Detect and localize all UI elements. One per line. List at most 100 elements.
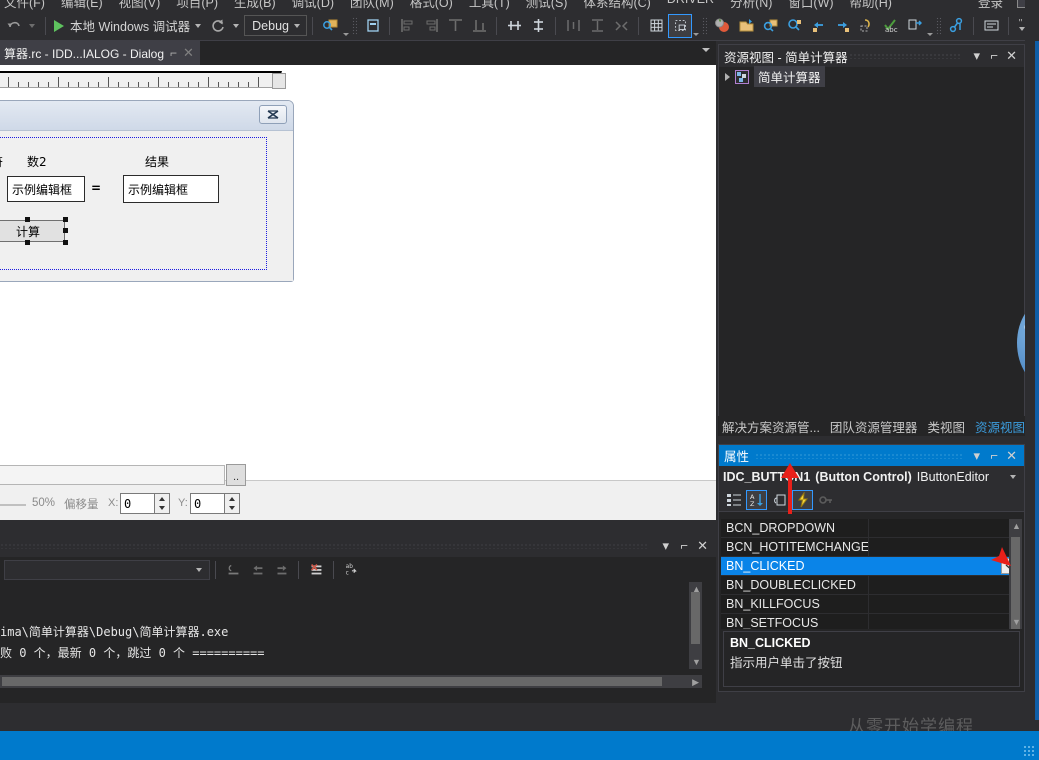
test-dialog-button[interactable] <box>710 14 734 38</box>
menu-item-analyze[interactable]: 分析(N) <box>730 0 772 11</box>
property-pages-key-button[interactable] <box>815 490 836 510</box>
properties-grip[interactable] <box>755 453 962 459</box>
output-vertical-scrollbar[interactable]: ▲ ▼ <box>689 582 702 669</box>
word-wrap-button[interactable]: abc <box>339 558 363 582</box>
align-rights-button[interactable] <box>419 14 443 38</box>
scroll-down-icon[interactable]: ▼ <box>692 657 701 667</box>
zoom-search-button[interactable] <box>782 14 806 38</box>
close-icon[interactable]: ✕ <box>1006 48 1017 64</box>
space-down-button[interactable] <box>585 14 609 38</box>
edit-result[interactable]: 示例编辑框 <box>123 175 219 203</box>
selection-handle-s[interactable] <box>25 240 30 245</box>
new-item-button[interactable] <box>360 14 384 38</box>
comment-button[interactable] <box>979 14 1003 38</box>
grid-button[interactable] <box>644 14 668 38</box>
restore-layout-button[interactable] <box>854 14 878 38</box>
spell-check-button[interactable]: abc <box>878 14 902 38</box>
stepper-down-icon[interactable] <box>159 506 165 510</box>
table-row[interactable]: BN_KILLFOCUS <box>721 595 1022 614</box>
center-vertical-button[interactable] <box>526 14 550 38</box>
pin-icon[interactable]: ⌐ <box>990 448 998 463</box>
properties-object-dropdown-icon[interactable] <box>1010 475 1016 479</box>
clear-output-button[interactable] <box>221 558 245 582</box>
scroll-down-icon[interactable]: ▼ <box>1012 617 1021 627</box>
output-header-grip[interactable] <box>0 543 648 549</box>
call-hierarchy-button[interactable] <box>944 14 968 38</box>
offset-x-stepper[interactable] <box>155 493 170 514</box>
design-dialog[interactable]: 算符 数2 结果 去例 示例编辑框 = 示例编辑框 计算 <box>0 100 294 282</box>
designer-browse-button[interactable]: .. <box>226 464 246 486</box>
go-to-previous-button[interactable] <box>245 558 269 582</box>
scroll-right-icon[interactable]: ▶ <box>692 677 699 688</box>
menu-item-driver[interactable]: DRIVER <box>667 0 714 11</box>
menu-item-help[interactable]: 帮助(H) <box>850 0 892 11</box>
close-icon[interactable]: ✕ <box>183 45 194 61</box>
pin-icon[interactable]: ⌐ <box>990 48 998 63</box>
menu-item-build[interactable]: 生成(B) <box>234 0 276 11</box>
menu-item-edit[interactable]: 编辑(E) <box>61 0 103 11</box>
find-dropdown-icon[interactable] <box>343 33 349 36</box>
zoom-slider-track[interactable] <box>0 504 26 506</box>
stepper-down-icon-2[interactable] <box>229 506 235 510</box>
stepper-up-icon-2[interactable] <box>229 497 235 501</box>
start-debug-dropdown-icon[interactable] <box>195 24 201 28</box>
resize-grip[interactable] <box>1023 745 1035 757</box>
menu-item-window[interactable]: 窗口(W) <box>788 0 833 11</box>
table-row[interactable]: BN_SETFOCUS <box>721 614 1022 629</box>
copy-to-dropdown-icon[interactable] <box>927 33 933 36</box>
selection-handle-n[interactable] <box>25 217 30 222</box>
align-tops-button[interactable] <box>443 14 467 38</box>
undo-dropdown-icon[interactable] <box>29 24 35 28</box>
label-number2[interactable]: 数2 <box>27 153 47 170</box>
selection-handle-se[interactable] <box>63 240 68 245</box>
pin-icon[interactable]: ⌐ <box>680 538 688 553</box>
solution-configuration-combo[interactable]: Debug <box>244 15 307 36</box>
clear-all-button[interactable] <box>304 558 328 582</box>
find-symbol-button[interactable] <box>758 14 782 38</box>
output-vertical-scroll-thumb[interactable] <box>691 592 700 644</box>
menu-item-view[interactable]: 视图(V) <box>119 0 161 11</box>
label-result[interactable]: 结果 <box>145 153 169 170</box>
output-source-dropdown-icon[interactable] <box>196 568 202 572</box>
offset-y-stepper[interactable] <box>225 493 240 514</box>
menu-item-tools[interactable]: 工具(T) <box>469 0 510 11</box>
categorized-button[interactable] <box>723 490 744 510</box>
toolbar-grip-3[interactable] <box>936 17 941 35</box>
go-to-next-button[interactable] <box>269 558 293 582</box>
step-out-button[interactable] <box>830 14 854 38</box>
toolbar-grip[interactable] <box>352 17 357 35</box>
start-debug-button[interactable]: 本地 Windows 调试器 <box>51 14 206 38</box>
chevron-down-icon[interactable]: ▾ <box>973 48 980 64</box>
selection-handle-e[interactable] <box>63 228 68 233</box>
toolbar-grip-2[interactable] <box>702 17 707 35</box>
menu-item-architecture[interactable]: 体系结构(C) <box>583 0 650 11</box>
close-icon[interactable]: ✕ <box>697 538 708 554</box>
designer-path-field[interactable] <box>0 465 225 485</box>
solution-configuration-dropdown-icon[interactable] <box>294 24 300 28</box>
menu-item-file[interactable]: 文件(F) <box>4 0 45 11</box>
alphabetical-sort-button[interactable]: AZ <box>746 490 767 510</box>
selection-handle-ne[interactable] <box>63 217 68 222</box>
property-value[interactable] <box>869 595 1022 613</box>
menu-item-format[interactable]: 格式(O) <box>410 0 453 11</box>
space-across-button[interactable] <box>561 14 585 38</box>
align-bottoms-button[interactable] <box>467 14 491 38</box>
close-icon[interactable]: ✕ <box>1006 448 1017 464</box>
document-tab[interactable]: 算器.rc - IDD...IALOG - Dialog ⌐ ✕ <box>0 41 200 65</box>
undo-button[interactable] <box>2 14 40 38</box>
chevron-down-icon[interactable]: ▾ <box>973 448 980 464</box>
stepper-up-icon[interactable] <box>159 497 165 501</box>
output-source-combo[interactable] <box>4 560 210 580</box>
step-into-button[interactable] <box>806 14 830 38</box>
tab-class-view[interactable]: 类视图 <box>927 417 965 436</box>
offset-y-input[interactable]: 0 <box>190 493 225 514</box>
triangle-right-icon[interactable] <box>725 73 730 81</box>
offset-x-input[interactable]: 0 <box>120 493 155 514</box>
output-window-menu-icon[interactable]: ▾ <box>662 538 669 554</box>
center-horizontal-button[interactable] <box>502 14 526 38</box>
output-horizontal-scroll-thumb[interactable] <box>2 677 662 686</box>
menu-item-test[interactable]: 测试(S) <box>526 0 568 11</box>
label-operator[interactable]: 算符 <box>0 153 3 170</box>
resource-view-tree[interactable]: 简单计算器 <box>719 67 1024 433</box>
properties-object-combo[interactable]: IDC_BUTTON1 (Button Control) IButtonEdit… <box>719 466 1024 488</box>
